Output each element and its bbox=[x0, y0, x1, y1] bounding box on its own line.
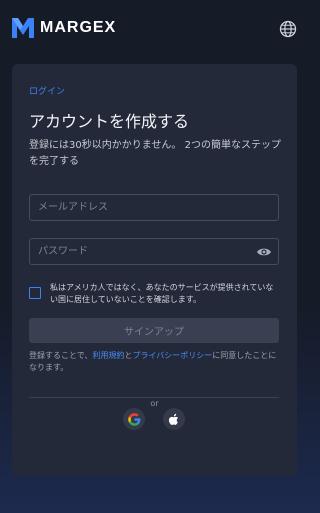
apple-icon bbox=[168, 413, 179, 425]
brand-logo[interactable]: MARGEX bbox=[12, 18, 116, 38]
signup-button[interactable]: サインアップ bbox=[29, 318, 279, 343]
signup-card: ログイン アカウントを作成する 登録には30秒以内かかりません。 2つの簡単なス… bbox=[12, 64, 297, 476]
password-field[interactable] bbox=[30, 239, 278, 264]
apple-signin-button[interactable] bbox=[163, 408, 185, 430]
login-link[interactable]: ログイン bbox=[29, 84, 65, 97]
top-bar: MARGEX bbox=[0, 0, 311, 58]
page-subtitle: 登録には30秒以内かかりません。 2つの簡単なステップを完了する bbox=[29, 140, 281, 167]
google-icon bbox=[127, 412, 140, 426]
margex-logo-icon bbox=[12, 18, 34, 38]
page-title: アカウントを作成する bbox=[29, 112, 190, 131]
email-field-wrapper bbox=[29, 194, 279, 221]
eye-icon[interactable] bbox=[256, 244, 272, 260]
or-separator: or bbox=[12, 391, 297, 410]
globe-icon[interactable] bbox=[279, 20, 297, 38]
terms-prefix: 登録することで、 bbox=[29, 351, 93, 360]
privacy-policy-link[interactable]: プライバシーポリシー bbox=[132, 351, 212, 360]
or-label: or bbox=[144, 399, 165, 408]
password-field-wrapper bbox=[29, 238, 279, 265]
email-field[interactable] bbox=[30, 195, 278, 220]
residency-checkbox[interactable] bbox=[29, 287, 41, 299]
residency-checkbox-label: 私はアメリカ人ではなく、あなたのサービスが提供されていない国に居住していないこと… bbox=[50, 283, 274, 304]
brand-name: MARGEX bbox=[40, 19, 117, 36]
terms-of-use-link[interactable]: 利用規約 bbox=[92, 351, 124, 360]
terms-notice: 登録することで、利用規約とプライバシーポリシーに同意したことになります。 bbox=[29, 350, 281, 374]
google-signin-button[interactable] bbox=[123, 408, 145, 430]
